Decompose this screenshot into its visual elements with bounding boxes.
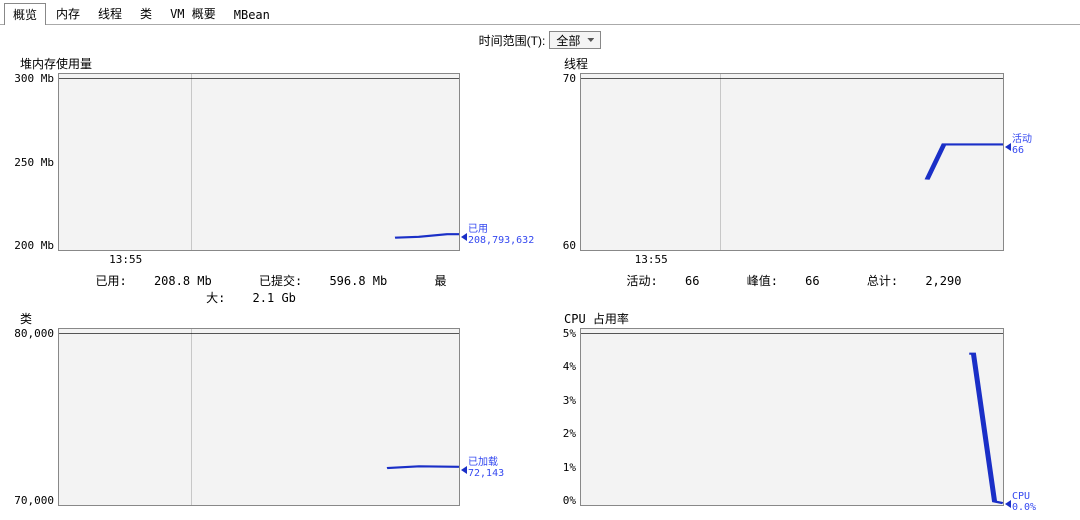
threads-stats: 活动: 66 峰值: 66 总计: 2,290 <box>584 272 1004 289</box>
time-range-toolbar: 时间范围(T): 全部 <box>0 25 1080 55</box>
tab-overview[interactable]: 概览 <box>4 3 46 25</box>
heap-panel: 堆内存使用量 300 Mb 250 Mb 200 Mb 已用 208,793,6… <box>6 55 530 306</box>
tab-bar: 概览 内存 线程 类 VM 概要 MBean <box>0 0 1080 25</box>
tab-vm-summary[interactable]: VM 概要 <box>162 3 224 24</box>
cpu-ytick-5: 0% <box>550 495 576 506</box>
classes-plot <box>58 328 460 506</box>
classes-yaxis: 80,000 70,000 <box>6 328 58 506</box>
cpu-series-label: CPU <box>1012 491 1030 502</box>
classes-ytick-1: 70,000 <box>6 495 54 506</box>
threads-total-label: 总计: <box>867 274 898 288</box>
threads-live-value: 66 <box>685 274 699 288</box>
cpu-end-label: CPU 0.0% <box>1004 328 1074 506</box>
heap-plot <box>58 73 460 251</box>
heap-used-value: 208.8 Mb <box>154 274 212 288</box>
heap-series <box>59 74 459 250</box>
cpu-ytick-0: 5% <box>550 328 576 339</box>
heap-title: 堆内存使用量 <box>20 55 530 72</box>
time-range-label: 时间范围(T): <box>479 32 546 49</box>
heap-xaxis: 13:55 <box>62 253 460 266</box>
classes-series-value: 72,143 <box>468 468 504 479</box>
cpu-title: CPU 占用率 <box>564 310 1074 327</box>
heap-ytick-1: 250 Mb <box>6 157 54 168</box>
threads-series-value: 66 <box>1012 145 1024 156</box>
heap-stats: 已用: 208.8 Mb 已提交: 596.8 Mb 最大: 2.1 Gb <box>62 272 460 306</box>
threads-ytick-0: 70 <box>550 73 576 84</box>
classes-series <box>59 329 459 505</box>
threads-series <box>581 74 1003 250</box>
heap-used-label: 已用: <box>95 274 126 288</box>
threads-peak-label: 峰值: <box>747 274 778 288</box>
threads-yaxis: 70 60 <box>550 73 580 251</box>
cpu-panel: CPU 占用率 5% 4% 3% 2% 1% 0% CPU 0.0% <box>550 310 1074 506</box>
heap-series-value: 208,793,632 <box>468 235 534 246</box>
threads-ytick-1: 60 <box>550 240 576 251</box>
heap-end-label: 已用 208,793,632 <box>460 73 530 251</box>
heap-series-label: 已用 <box>468 224 488 235</box>
heap-ytick-2: 200 Mb <box>6 240 54 251</box>
time-range-value: 全部 <box>556 32 580 49</box>
classes-ytick-0: 80,000 <box>6 328 54 339</box>
heap-committed-label: 已提交: <box>259 274 302 288</box>
threads-total-value: 2,290 <box>925 274 961 288</box>
cpu-yaxis: 5% 4% 3% 2% 1% 0% <box>550 328 580 506</box>
cpu-series-value: 0.0% <box>1012 502 1036 513</box>
classes-title: 类 <box>20 310 530 327</box>
cpu-plot <box>580 328 1004 506</box>
cpu-ytick-2: 3% <box>550 395 576 406</box>
heap-committed-value: 596.8 Mb <box>329 274 387 288</box>
threads-plot <box>580 73 1004 251</box>
time-range-select[interactable]: 全部 <box>549 31 601 49</box>
heap-ytick-0: 300 Mb <box>6 73 54 84</box>
threads-end-label: 活动 66 <box>1004 73 1074 251</box>
threads-series-label: 活动 <box>1012 134 1032 145</box>
cpu-series <box>581 329 1003 505</box>
cpu-ytick-4: 1% <box>550 462 576 473</box>
heap-max-value: 2.1 Gb <box>253 291 296 305</box>
cpu-ytick-3: 2% <box>550 428 576 439</box>
heap-xtick: 13:55 <box>109 253 142 266</box>
threads-xtick: 13:55 <box>635 253 668 266</box>
classes-panel: 类 80,000 70,000 已加载 72,143 <box>6 310 530 506</box>
classes-series-label: 已加载 <box>468 457 498 468</box>
heap-yaxis: 300 Mb 250 Mb 200 Mb <box>6 73 58 251</box>
threads-xaxis: 13:55 <box>584 253 1004 266</box>
tab-mbean[interactable]: MBean <box>226 6 278 24</box>
threads-live-label: 活动: <box>627 274 658 288</box>
classes-end-label: 已加载 72,143 <box>460 328 530 506</box>
threads-panel: 线程 70 60 活动 66 13:55 <box>550 55 1074 306</box>
tab-memory[interactable]: 内存 <box>48 3 88 24</box>
cpu-ytick-1: 4% <box>550 361 576 372</box>
tab-classes[interactable]: 类 <box>132 3 160 24</box>
threads-title: 线程 <box>564 55 1074 72</box>
threads-peak-value: 66 <box>805 274 819 288</box>
tab-threads[interactable]: 线程 <box>90 3 130 24</box>
